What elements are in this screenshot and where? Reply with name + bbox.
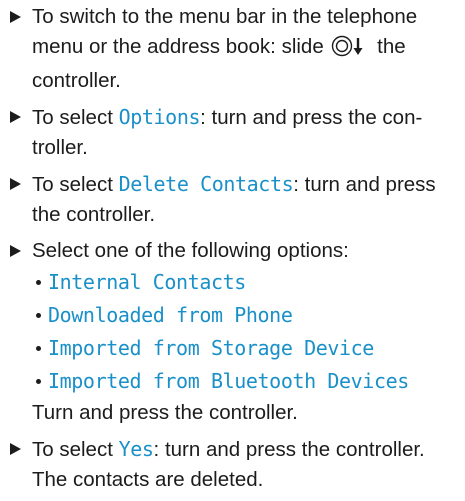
option-item-imported-from-storage-device: Imported from Storage Device (36, 332, 465, 365)
step-result-text: The contacts are deleted. (32, 468, 264, 491)
step-arrow-icon (10, 11, 21, 23)
step-arrow-icon (10, 245, 21, 257)
bullet-icon (36, 280, 41, 285)
step-arrow-icon (10, 443, 21, 455)
step-text: To switch to the menu bar in the telepho… (32, 5, 418, 92)
step-select-delete-contacts: To select Delete Contacts: turn and pres… (0, 169, 465, 230)
option-item-imported-from-bluetooth-devices: Imported from Bluetooth Devices (36, 365, 465, 398)
step-text: To select Yes: turn and press the contro… (32, 437, 425, 461)
step-select-option: Select one of the following options: Int… (0, 236, 465, 428)
step-select-options: To select Options: turn and press the co… (0, 102, 465, 163)
controller-slide-down-icon (331, 35, 369, 66)
bullet-icon (36, 346, 41, 351)
menu-term-options: Options (118, 105, 201, 129)
step-switch-menu-bar: To switch to the menu bar in the telepho… (0, 2, 465, 96)
step-followup-text: Turn and press the controller. (32, 401, 298, 424)
menu-term-delete-contacts: Delete Contacts (118, 172, 294, 196)
option-list: Internal Contacts Downloaded from Phone … (32, 266, 465, 398)
step-text: Select one of the following options: (32, 239, 349, 262)
step-arrow-icon (10, 111, 21, 123)
step-select-yes: To select Yes: turn and press the contro… (0, 434, 465, 495)
option-item-internal-contacts: Internal Contacts (36, 266, 465, 299)
step-text: To select Options: turn and press the co… (32, 105, 423, 159)
step-text: To select Delete Contacts: turn and pres… (32, 172, 436, 226)
instruction-list: To switch to the menu bar in the telepho… (0, 2, 465, 501)
bullet-icon (36, 379, 41, 384)
bullet-icon (36, 313, 41, 318)
option-item-downloaded-from-phone: Downloaded from Phone (36, 299, 465, 332)
menu-term-yes: Yes (118, 437, 154, 461)
step-arrow-icon (10, 178, 21, 190)
